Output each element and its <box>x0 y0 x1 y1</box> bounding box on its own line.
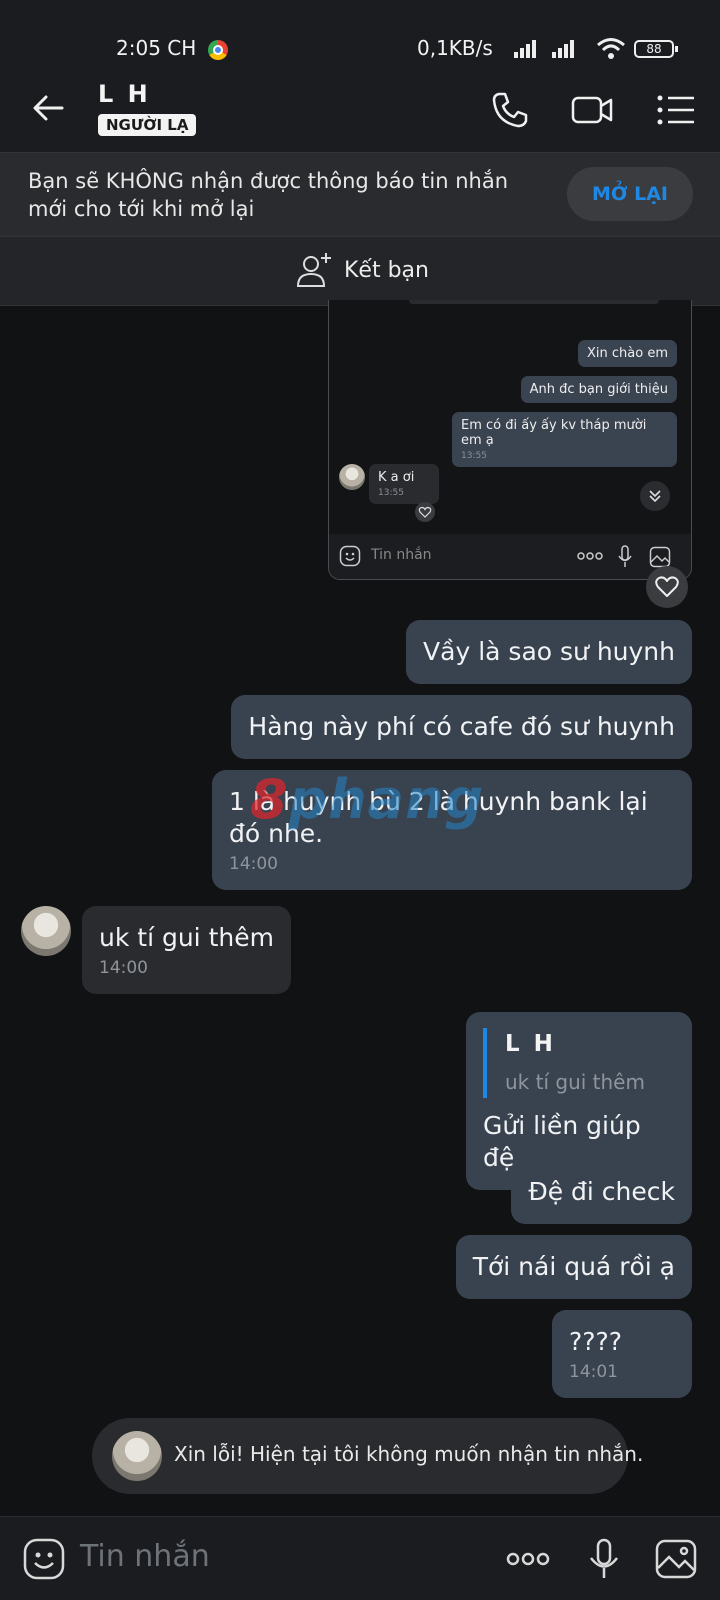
message-text: Hàng này phí có cafe đó sư huynh <box>248 712 675 741</box>
reopen-button[interactable]: MỞ LẠI <box>567 167 693 221</box>
quoted-message[interactable]: L H uk tí gui thêm <box>483 1028 675 1098</box>
message-text: uk tí gui thêm <box>99 923 274 952</box>
status-bar: 2:05 CH 0,1KB/s 88 <box>0 0 720 68</box>
message-text: ???? <box>569 1327 623 1356</box>
notification-muted-banner: Bạn sẽ KHÔNG nhận được thông báo tin nhắ… <box>0 152 720 236</box>
message-composer: Tin nhắn <box>0 1516 720 1600</box>
incoming-message[interactable]: uk tí gui thêm 14:00 <box>82 906 291 994</box>
video-call-icon[interactable] <box>570 88 614 132</box>
embedded-message-time: 13:55 <box>378 488 404 498</box>
contact-name[interactable]: L H <box>98 80 151 108</box>
embedded-message: Xin chào em <box>578 340 677 367</box>
notice-text: Bạn sẽ KHÔNG nhận được thông báo tin nhắ… <box>28 169 509 221</box>
watermark-logo: 8phang <box>250 768 485 831</box>
embedded-message-text: Em có đi ấy ấy kv tháp mười em ạ <box>461 418 647 448</box>
system-message-text: Xin lỗi! Hiện tại tôi không muốn nhận ti… <box>174 1442 644 1466</box>
signal-icon-1 <box>514 38 536 58</box>
add-friend-bar[interactable]: Kết bạn <box>0 236 720 306</box>
phone-call-icon[interactable] <box>488 88 532 132</box>
heart-reaction-button[interactable] <box>646 566 688 608</box>
outgoing-message[interactable]: Hàng này phí có cafe đó sư huynh <box>231 695 692 759</box>
message-text: Vầy là sao sư huynh <box>423 637 675 666</box>
embedded-message: Anh đc bạn giới thiệu <box>520 376 677 403</box>
sticker-icon[interactable] <box>22 1537 66 1581</box>
message-text: Đệ đi check <box>528 1177 675 1206</box>
embedded-sticker-icon <box>339 545 361 567</box>
stranger-badge: NGƯỜI LẠ <box>98 114 197 136</box>
embedded-mic-icon <box>618 545 632 567</box>
embedded-message-time: 13:55 <box>461 451 487 461</box>
outgoing-message[interactable]: Tới nái quá rồi ạ <box>455 1235 692 1299</box>
outgoing-message[interactable]: Vầy là sao sư huynh <box>406 620 692 684</box>
embedded-input-placeholder: Tin nhắn <box>371 547 432 563</box>
microphone-icon[interactable] <box>582 1537 626 1581</box>
message-time: 14:00 <box>99 958 148 978</box>
message-time: 14:00 <box>229 854 278 874</box>
contact-avatar[interactable] <box>21 906 71 956</box>
message-time: 14:01 <box>569 1362 618 1382</box>
embedded-input-bar: Tin nhắn <box>329 534 691 579</box>
quoted-sender: L H <box>505 1031 556 1057</box>
menu-list-icon[interactable] <box>654 88 698 132</box>
message-input[interactable]: Tin nhắn <box>80 1539 210 1574</box>
status-time: 2:05 CH <box>116 36 197 60</box>
embedded-image-icon <box>649 546 671 568</box>
embedded-heart-icon <box>415 502 435 522</box>
system-avatar <box>112 1431 162 1481</box>
heart-icon <box>655 576 679 597</box>
add-friend-icon <box>296 253 331 287</box>
image-gallery-icon[interactable] <box>654 1537 698 1581</box>
embedded-avatar <box>339 464 365 490</box>
signal-icon-2 <box>552 38 574 58</box>
quoted-text: uk tí gui thêm <box>505 1070 645 1094</box>
wifi-icon <box>597 38 625 59</box>
embedded-more-icon <box>577 552 603 560</box>
chat-header: L H NGƯỜI LẠ <box>0 68 720 152</box>
network-speed: 0,1KB/s <box>417 36 493 60</box>
embedded-message: K a ơi 13:55 <box>369 464 439 504</box>
outgoing-message[interactable]: Đệ đi check <box>511 1160 692 1224</box>
back-arrow-icon[interactable] <box>28 88 68 128</box>
scroll-down-icon <box>640 481 670 511</box>
embedded-message-text: K a ơi <box>378 470 415 485</box>
system-auto-reply: Xin lỗi! Hiện tại tôi không muốn nhận ti… <box>92 1418 643 1494</box>
more-options-icon[interactable] <box>506 1537 550 1581</box>
add-friend-label: Kết bạn <box>344 257 429 283</box>
message-text: Tới nái quá rồi ạ <box>472 1252 675 1281</box>
battery-icon: 88 <box>634 40 678 58</box>
chrome-icon <box>208 40 228 60</box>
embedded-message: Em có đi ấy ấy kv tháp mười em ạ 13:55 <box>452 412 677 467</box>
outgoing-message[interactable]: ???? 14:01 <box>552 1310 692 1398</box>
embedded-screenshot[interactable]: Xin chào em Anh đc bạn giới thiệu Em có … <box>328 300 692 580</box>
